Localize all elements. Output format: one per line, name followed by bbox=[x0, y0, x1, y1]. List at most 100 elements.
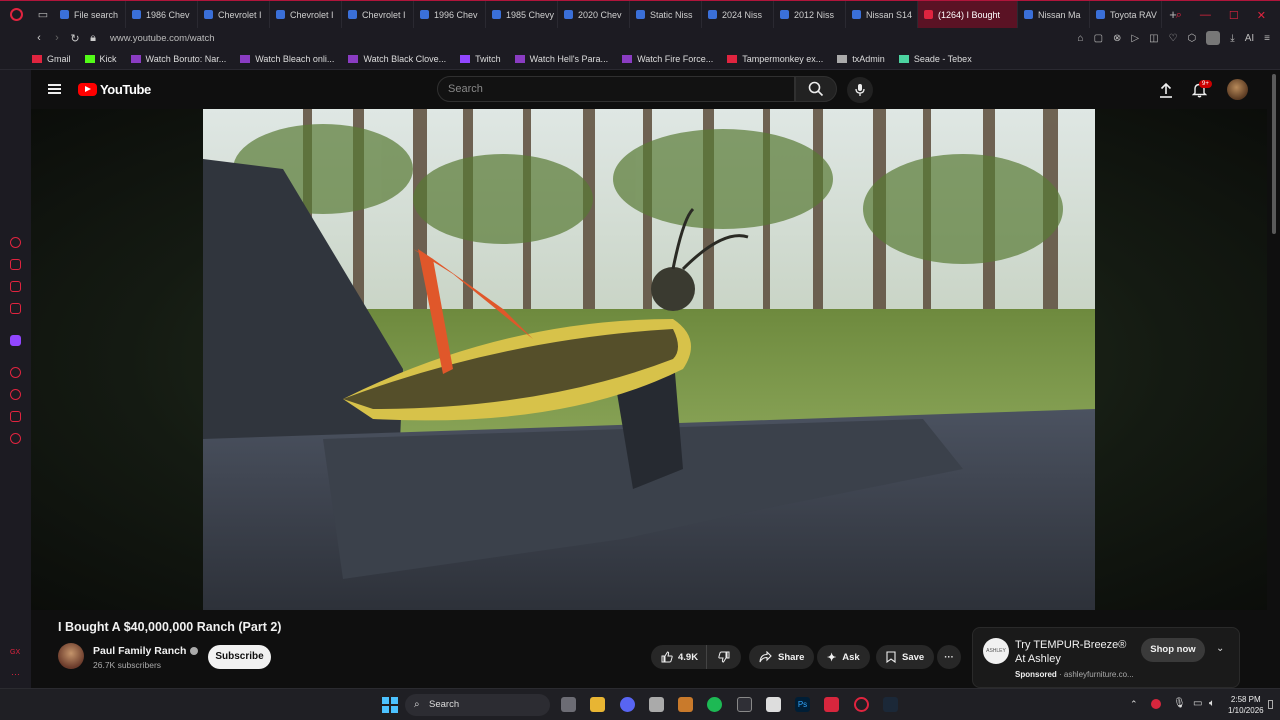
settings-app-icon[interactable] bbox=[649, 697, 664, 712]
app-x-icon[interactable] bbox=[737, 697, 752, 712]
spotify-icon[interactable] bbox=[707, 697, 722, 712]
network-icon[interactable]: ▭ bbox=[1193, 698, 1202, 709]
tab[interactable]: 2024 Niss bbox=[702, 0, 774, 29]
task-view-icon[interactable] bbox=[561, 697, 576, 712]
messenger-icon[interactable] bbox=[10, 259, 21, 270]
chevron-down-icon[interactable]: ⌄ bbox=[1216, 643, 1224, 654]
heart-icon[interactable]: ♡ bbox=[1169, 33, 1178, 44]
gx-icon[interactable]: GX bbox=[10, 649, 20, 656]
youtube-logo[interactable]: YouTube bbox=[78, 82, 151, 97]
start-button[interactable] bbox=[382, 697, 398, 713]
like-button[interactable]: 4.9K bbox=[651, 645, 707, 669]
tab[interactable]: Toyota RAV bbox=[1090, 0, 1162, 29]
app-red-icon[interactable] bbox=[824, 697, 839, 712]
bookmark-icon[interactable]: ⌂ bbox=[1078, 33, 1084, 44]
aria-icon[interactable] bbox=[10, 237, 21, 248]
channel-name-text[interactable]: Paul Family Ranch bbox=[93, 645, 186, 657]
tab[interactable]: 2020 Chev bbox=[558, 0, 630, 29]
opera-menu-button[interactable] bbox=[0, 1, 32, 29]
opera-gx-taskbar-icon[interactable] bbox=[854, 697, 869, 712]
tab[interactable]: 1985 Chevy bbox=[486, 0, 558, 29]
tray-overflow-icon[interactable]: ⌃ bbox=[1130, 699, 1138, 710]
tab[interactable]: File search bbox=[54, 0, 126, 29]
downloads-icon[interactable]: ⤓ bbox=[1230, 33, 1234, 44]
snapshot-icon[interactable]: ▢ bbox=[1094, 33, 1103, 44]
app-iv-icon[interactable] bbox=[766, 697, 781, 712]
bookmark-item[interactable]: Tampermonkey ex... bbox=[727, 54, 823, 64]
notification-center-icon[interactable] bbox=[1268, 700, 1273, 709]
search-input[interactable]: Search bbox=[437, 76, 795, 102]
tab[interactable]: Chevrolet I bbox=[342, 0, 414, 29]
tab[interactable]: 1986 Chev bbox=[126, 0, 198, 29]
bookmark-item[interactable]: Watch Hell's Para... bbox=[514, 54, 608, 64]
search-button[interactable] bbox=[795, 76, 837, 102]
photoshop-icon[interactable]: Ps bbox=[795, 697, 810, 712]
more-icon[interactable]: ··· bbox=[11, 669, 20, 679]
bookmark-item[interactable]: Watch Fire Force... bbox=[622, 54, 713, 64]
settings-icon[interactable] bbox=[10, 433, 21, 444]
channel-name[interactable]: Paul Family Ranch bbox=[93, 645, 199, 657]
search-tabs-icon[interactable]: ⌕ bbox=[1176, 9, 1182, 22]
history-icon[interactable] bbox=[10, 389, 21, 400]
account-avatar[interactable] bbox=[1227, 79, 1248, 100]
tab[interactable]: Nissan Ma bbox=[1018, 0, 1090, 29]
tab[interactable]: Nissan S14 bbox=[846, 0, 918, 29]
vpn-icon[interactable]: ⊗ bbox=[1113, 33, 1121, 44]
page-scrollbar[interactable] bbox=[1270, 70, 1278, 688]
back-button[interactable]: ‹ bbox=[30, 32, 48, 44]
forward-button[interactable]: › bbox=[48, 32, 66, 44]
reload-button[interactable]: ↻ bbox=[66, 32, 84, 45]
guide-menu-icon[interactable] bbox=[48, 84, 61, 94]
channel-avatar[interactable] bbox=[58, 643, 84, 669]
url-field[interactable]: www.youtube.com/watch bbox=[110, 33, 215, 44]
bookmark-item[interactable]: Watch Boruto: Nar... bbox=[130, 54, 226, 64]
share-button[interactable]: Share bbox=[749, 645, 815, 669]
tab[interactable]: Chevrolet I bbox=[270, 0, 342, 29]
close-button[interactable]: ✕ bbox=[1257, 9, 1266, 22]
more-actions-button[interactable]: ··· bbox=[937, 645, 961, 669]
menu-icon[interactable]: ≡ bbox=[1264, 33, 1270, 44]
pinboard-icon[interactable] bbox=[10, 411, 21, 422]
whatsapp-icon[interactable] bbox=[10, 281, 21, 292]
bookmark-item[interactable]: Gmail bbox=[32, 54, 71, 64]
workspaces-icon[interactable]: ▭ bbox=[32, 1, 54, 29]
file-explorer-icon[interactable] bbox=[590, 697, 605, 712]
subscribe-button[interactable]: Subscribe bbox=[208, 645, 271, 669]
taskbar-search[interactable]: ⌕ Search bbox=[405, 694, 550, 716]
bookmark-item[interactable]: Twitch bbox=[460, 54, 501, 64]
bookmark-item[interactable]: txAdmin bbox=[837, 54, 885, 64]
aria-ai-button[interactable]: AI bbox=[1245, 33, 1254, 44]
app-a-icon[interactable] bbox=[678, 697, 693, 712]
ask-button[interactable]: ✦ Ask bbox=[817, 645, 870, 669]
extensions-icon[interactable]: ⬡ bbox=[1188, 33, 1197, 44]
tab[interactable]: 1996 Chev bbox=[414, 0, 486, 29]
profile-icon[interactable] bbox=[1206, 31, 1221, 45]
tab[interactable]: Static Niss bbox=[630, 0, 702, 29]
tray-mic-icon[interactable]: 🎙︎ bbox=[1173, 698, 1186, 709]
player-icon[interactable]: ▷ bbox=[1131, 33, 1139, 44]
voice-search-button[interactable] bbox=[847, 77, 873, 103]
tab[interactable]: 2012 Niss bbox=[774, 0, 846, 29]
volume-icon[interactable]: 🔈︎ bbox=[1209, 698, 1215, 709]
maximize-button[interactable]: ☐ bbox=[1229, 9, 1239, 22]
player-sidebar-icon[interactable] bbox=[10, 367, 21, 378]
bookmark-item[interactable]: Kick bbox=[84, 54, 117, 64]
bookmark-item[interactable]: Seade - Tebex bbox=[898, 54, 972, 64]
sponsored-ad-card[interactable]: ASHLEY Try TEMPUR-Breeze® At Ashley Spon… bbox=[972, 627, 1240, 688]
tab-active[interactable]: (1264) I Bought bbox=[918, 0, 1018, 29]
create-upload-button[interactable] bbox=[1158, 82, 1174, 98]
ad-title[interactable]: Try TEMPUR-Breeze® At Ashley bbox=[1015, 638, 1137, 666]
minimize-button[interactable]: — bbox=[1200, 9, 1211, 21]
wallet-icon[interactable]: ◫ bbox=[1149, 33, 1158, 44]
tray-app-icon[interactable] bbox=[1151, 699, 1161, 709]
video-frame[interactable] bbox=[203, 109, 1095, 610]
dislike-button[interactable] bbox=[707, 645, 741, 669]
bookmark-item[interactable]: Watch Black Clove... bbox=[348, 54, 446, 64]
steam-icon[interactable] bbox=[883, 697, 898, 712]
media-icon[interactable] bbox=[10, 303, 21, 314]
bookmark-item[interactable]: Watch Bleach onli... bbox=[240, 54, 334, 64]
scrollbar-thumb[interactable] bbox=[1272, 74, 1276, 234]
shop-now-button[interactable]: Shop now bbox=[1141, 638, 1205, 662]
save-button[interactable]: Save bbox=[876, 645, 935, 669]
twitch-icon[interactable] bbox=[10, 335, 21, 346]
